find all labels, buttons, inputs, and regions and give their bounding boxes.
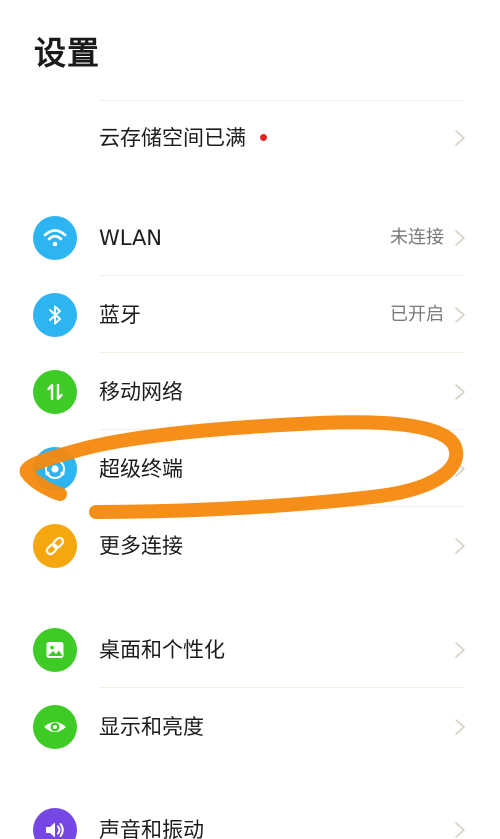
settings-item-mobile-network[interactable]: 移动网络	[0, 354, 500, 430]
divider	[99, 506, 464, 507]
settings-item-label: 移动网络	[99, 380, 183, 404]
settings-item-super-device[interactable]: 超级终端	[0, 431, 500, 507]
settings-item-value: 未连接	[390, 227, 444, 248]
divider	[99, 687, 464, 688]
settings-item-sound-vibration[interactable]: 声音和振动	[0, 792, 500, 839]
chevron-right-icon	[455, 130, 465, 146]
mobile-data-icon	[33, 370, 77, 414]
settings-item-label: 蓝牙	[99, 303, 141, 327]
wallpaper-icon	[33, 628, 77, 672]
chevron-right-icon	[455, 384, 465, 400]
divider	[99, 429, 464, 430]
page-title: 设置	[34, 34, 101, 72]
chevron-right-icon	[455, 307, 465, 323]
settings-item-label: 更多连接	[99, 534, 183, 558]
bluetooth-icon	[33, 293, 77, 337]
settings-item-label: 显示和亮度	[99, 715, 204, 739]
chevron-right-icon	[455, 822, 465, 838]
settings-item-label: 声音和振动	[99, 818, 204, 839]
divider	[99, 352, 464, 353]
chevron-right-icon	[455, 642, 465, 658]
notification-dot	[260, 133, 267, 141]
settings-item-desktop-personalization[interactable]: 桌面和个性化	[0, 612, 500, 688]
chevron-right-icon	[455, 538, 465, 554]
settings-item-value: 已开启	[390, 304, 444, 325]
settings-item-label: WLAN	[99, 226, 163, 250]
settings-item-label: 超级终端	[99, 457, 183, 481]
cloud-storage-label: 云存储空间已满	[99, 100, 267, 176]
wifi-icon	[33, 216, 77, 260]
link-icon	[33, 524, 77, 568]
chevron-right-icon	[455, 230, 465, 246]
cloud-storage-text: 云存储空间已满	[99, 126, 246, 150]
eye-icon	[33, 705, 77, 749]
settings-item-display-brightness[interactable]: 显示和亮度	[0, 689, 500, 765]
speaker-icon	[33, 808, 77, 839]
super-device-icon	[33, 447, 77, 491]
settings-screen: 设置 云存储空间已满 WLAN 未连接 蓝牙 已开启 移动网络 超级终端 更多连…	[0, 0, 500, 839]
settings-item-bluetooth[interactable]: 蓝牙 已开启	[0, 277, 500, 353]
settings-item-label: 桌面和个性化	[99, 638, 225, 662]
chevron-right-icon	[455, 719, 465, 735]
cloud-storage-row[interactable]: 云存储空间已满	[0, 100, 500, 176]
settings-item-wlan[interactable]: WLAN 未连接	[0, 200, 500, 276]
chevron-right-icon	[455, 461, 465, 477]
divider	[99, 275, 464, 276]
settings-item-more-connections[interactable]: 更多连接	[0, 508, 500, 584]
